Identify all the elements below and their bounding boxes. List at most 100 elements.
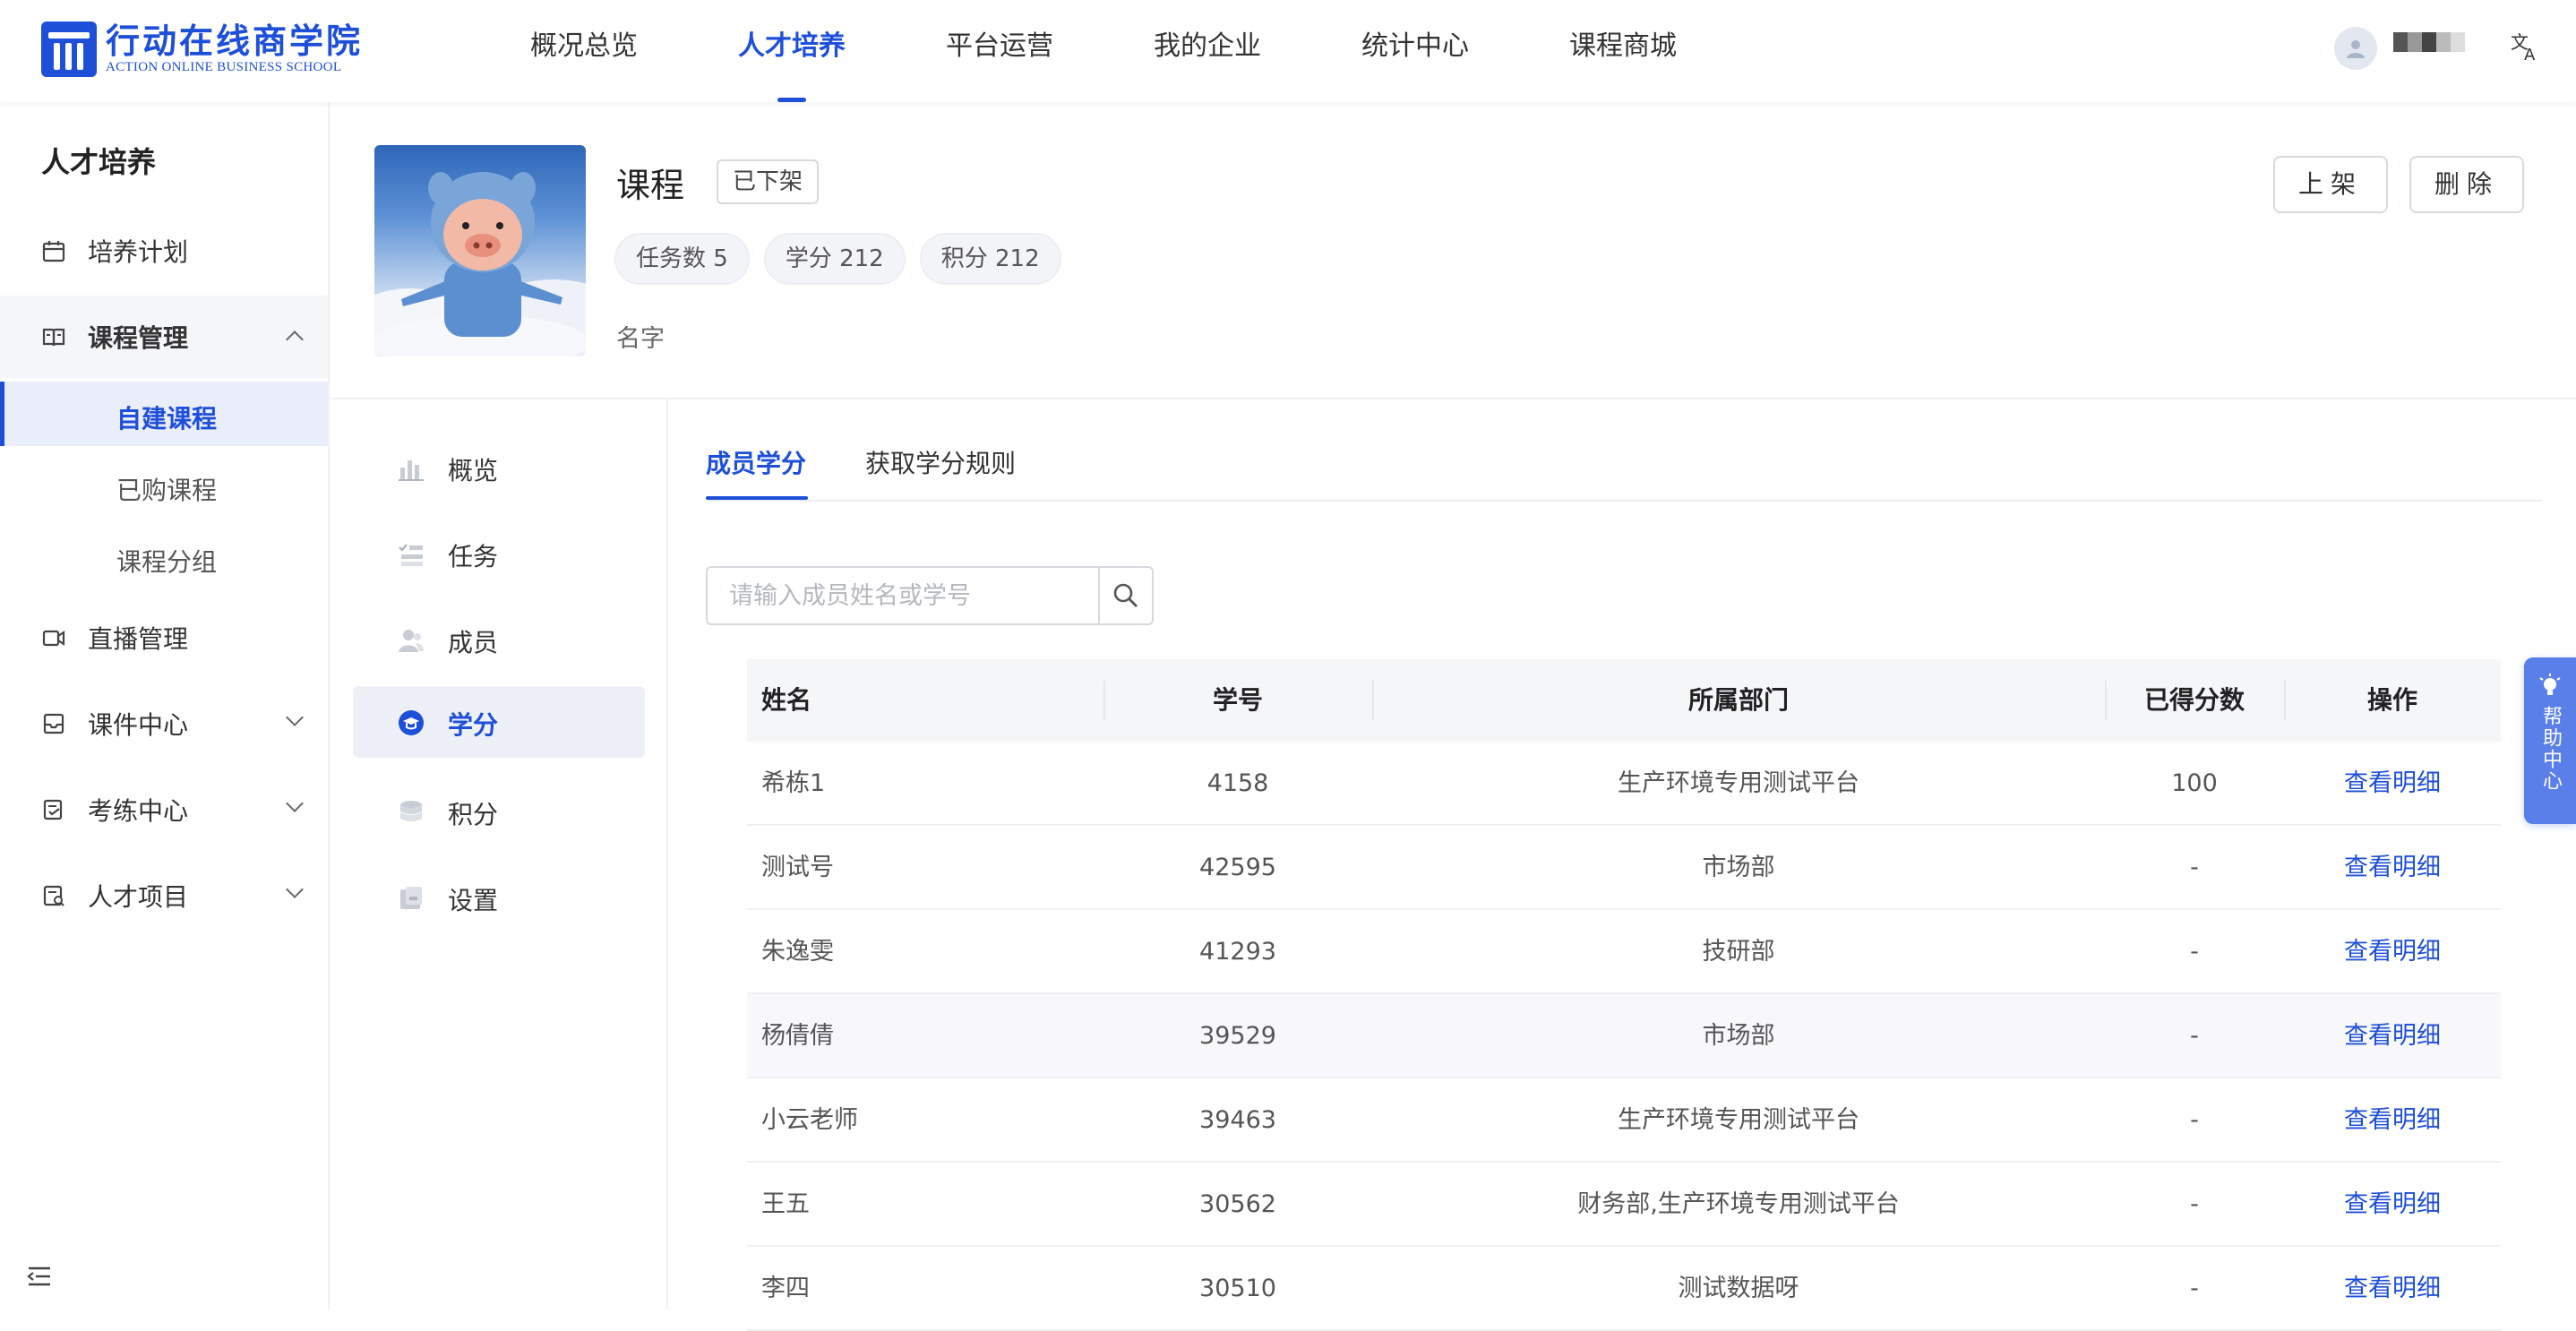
main-nav: 概况总览 人才培养 平台运营 我的企业 统计中心 课程商城 [498,0,1727,102]
cell-name: 朱逸雯 [761,938,834,966]
search-input[interactable] [706,566,1098,625]
table-row: 李四 30510 测试数据呀 - 查看明细 [747,1247,2501,1331]
course-name: 名字 [616,325,665,353]
chevron-down-icon [286,794,304,812]
cell-dept: 生产环境专用测试平台 [1618,1106,1859,1134]
user-avatar-icon[interactable] [2334,27,2377,70]
credit-chip: 学分 212 [763,233,906,285]
credits-tabs: 成员学分 获取学分规则 [706,399,2542,502]
calendar-icon [42,241,65,262]
table-row: 杨倩倩 39529 市场部 - 查看明细 [747,994,2501,1078]
sidebar-item-label: 课件中心 [88,710,189,740]
col-header-actions: 操作 [2366,685,2417,715]
sidebar-item-course-management[interactable]: 课程管理 [0,296,328,378]
sidebar-item-talent-projects[interactable]: 人才项目 [0,854,328,937]
view-details-link[interactable]: 查看明细 [2284,826,2501,910]
cell-id: 42595 [1199,854,1276,881]
sidebar-item-exam-center[interactable]: 考练中心 [0,769,328,851]
nav-my-enterprise[interactable]: 我的企业 [1103,0,1311,102]
cell-dept: 市场部 [1702,854,1775,881]
view-details-link[interactable]: 查看明细 [2284,910,2501,994]
sidebar-item-label: 考练中心 [88,796,189,826]
search-button[interactable] [1098,566,1154,625]
delete-button[interactable]: 删除 [2409,156,2524,213]
secnav-label: 成员 [448,628,499,657]
course-title: 课程 [616,166,685,205]
logo-mark-icon [41,21,97,77]
top-navbar: 行动在线商学院 ACTION ONLINE BUSINESS SCHOOL 概况… [0,0,2576,102]
cell-id: 30510 [1199,1275,1276,1302]
sidebar-subitem-custom-courses[interactable]: 自建课程 [0,382,328,446]
cell-name: 李四 [761,1275,810,1302]
tab-credit-rules[interactable]: 获取学分规则 [865,444,1016,480]
sidebar-title: 人才培养 [41,145,157,179]
members-icon [399,630,424,652]
project-icon [43,885,64,906]
cell-name: 希栋1 [761,769,826,797]
view-details-link[interactable]: 查看明细 [2284,742,2501,826]
secnav-settings[interactable]: 设置 [353,862,645,933]
active-tab-indicator [706,496,808,500]
table-header: 姓名 学号 所属部门 已得分数 操作 [747,659,2501,742]
secnav-points[interactable]: 积分 [353,776,645,847]
coins-icon [400,801,422,821]
publish-button[interactable]: 上架 [2273,156,2388,213]
task-list-icon [399,544,423,566]
username-redacted[interactable] [2393,32,2465,52]
course-header: 课程 已下架 任务数 5 学分 212 积分 212 名字 上架 删除 [331,102,2576,399]
nav-talent-development[interactable]: 人才培养 [688,0,896,102]
task-count-chip: 任务数 5 [614,233,750,285]
translate-icon[interactable]: 文A [2510,30,2546,66]
nav-overview[interactable]: 概况总览 [498,0,688,102]
sidebar-subitem-course-groups[interactable]: 课程分组 [0,525,328,589]
cell-name: 杨倩倩 [761,1022,834,1050]
view-details-link[interactable]: 查看明细 [2284,1247,2501,1331]
sidebar-item-training-plan[interactable]: 培养计划 [0,210,328,292]
cell-id: 39463 [1199,1106,1276,1134]
view-details-link[interactable]: 查看明细 [2284,1163,2501,1247]
book-icon [42,328,65,347]
table-row: 王五 30562 财务部,生产环境专用测试平台 - 查看明细 [747,1163,2501,1247]
sidebar-subitem-purchased-courses[interactable]: 已购课程 [0,453,328,518]
view-details-link[interactable]: 查看明细 [2284,1078,2501,1163]
secnav-members[interactable]: 成员 [353,604,645,675]
collapse-sidebar-icon[interactable] [27,1265,52,1288]
col-header-dept: 所属部门 [1687,685,1789,715]
course-cover-image [374,145,586,356]
brand-logo[interactable]: 行动在线商学院 ACTION ONLINE BUSINESS SCHOOL [41,20,382,79]
view-details-link[interactable]: 查看明细 [2284,994,2501,1078]
graduation-cap-icon [399,710,424,735]
help-center-button[interactable]: 帮助中心 [2524,657,2576,824]
secnav-credits[interactable]: 学分 [353,686,645,758]
bar-chart-icon [399,460,424,481]
nav-course-store[interactable]: 课程商城 [1519,0,1727,102]
chevron-down-icon [286,880,304,898]
secnav-label: 学分 [448,710,499,740]
chevron-down-icon [286,708,304,726]
cell-score: - [2190,1106,2199,1134]
cell-dept: 测试数据呀 [1678,1275,1799,1302]
inbox-icon [43,713,64,734]
cell-id: 39529 [1199,1022,1276,1050]
nav-platform-operation[interactable]: 平台运营 [896,0,1103,102]
nav-statistics[interactable]: 统计中心 [1311,0,1519,102]
secnav-label: 任务 [448,542,499,571]
sidebar-item-live-management[interactable]: 直播管理 [0,597,328,679]
sidebar-item-label: 人才项目 [88,882,189,912]
secnav-tasks[interactable]: 任务 [353,518,645,589]
cell-score: - [2190,1275,2199,1302]
sidebar-item-label: 课程管理 [88,323,189,353]
secnav-label: 积分 [448,800,499,829]
sidebar-item-courseware-center[interactable]: 课件中心 [0,683,328,765]
cell-score: - [2190,938,2199,966]
course-stats: 任务数 5 学分 212 积分 212 [614,233,1076,285]
cell-score: - [2190,1190,2199,1218]
tab-member-credits[interactable]: 成员学分 [706,444,806,480]
sidebar-item-label: 培养计划 [88,237,189,267]
cell-id: 4158 [1206,769,1269,797]
member-credits-table: 姓名 学号 所属部门 已得分数 操作 希栋1 4158 生产环境专用测试平台 1… [747,659,2501,1331]
chevron-up-icon [286,331,304,348]
secnav-overview[interactable]: 概览 [353,432,645,503]
secnav-label: 概览 [448,456,499,485]
course-detail-nav: 概览 任务 成员 学分 积分 设置 [331,399,666,1310]
